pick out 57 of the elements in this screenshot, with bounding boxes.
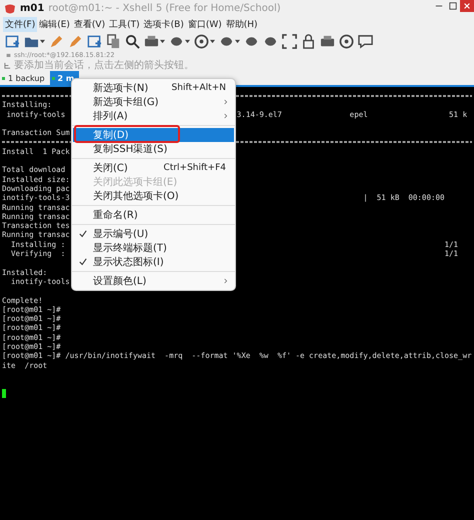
menu-item[interactable]: 新选项卡组(G) xyxy=(73,95,234,109)
caret-icon[interactable] xyxy=(185,38,190,44)
menu-item[interactable]: 关闭其他选项卡(O) xyxy=(73,189,234,203)
search-icon[interactable] xyxy=(125,34,140,48)
menu-item[interactable]: 关闭(C) Ctrl+Shift+F4 xyxy=(73,161,234,175)
hint-text: 要添加当前会话，点击左侧的箭头按钮。 xyxy=(14,58,194,72)
session-tab[interactable]: 1 backup xyxy=(0,71,50,85)
menu-item[interactable]: 显示编号(U) xyxy=(73,227,234,241)
menu-item-label: 新选项卡组(G) xyxy=(93,96,160,109)
window-title: root@m01:~ - Xshell 5 (Free for Home/School) xyxy=(48,3,281,14)
fullscreen-icon[interactable] xyxy=(282,34,297,48)
menu-item-label: 显示终端标题(T) xyxy=(93,242,168,255)
menu-bar-item[interactable]: 窗口(W) xyxy=(186,17,224,32)
shortcut-text: Shift+Alt+N xyxy=(172,83,226,93)
menu-bar-item[interactable]: 编辑(E) xyxy=(37,17,72,32)
chat-icon[interactable] xyxy=(358,34,373,48)
menu-bar-item[interactable]: 选项卡(B) xyxy=(142,17,186,32)
session-name: m01 xyxy=(20,3,44,14)
menu-bar-item[interactable]: 文件(F) xyxy=(3,17,38,32)
copy-icon[interactable] xyxy=(106,34,121,48)
caret-icon[interactable] xyxy=(210,38,215,44)
app-logo-icon xyxy=(4,2,16,14)
menu-item[interactable]: 排列(A) xyxy=(73,109,234,123)
new-session-icon[interactable] xyxy=(5,34,20,48)
chevron-right-icon xyxy=(224,278,228,284)
printer-icon[interactable] xyxy=(144,34,159,48)
caret-icon[interactable] xyxy=(235,38,240,44)
shortcut-text: Ctrl+Shift+F4 xyxy=(164,163,226,173)
close-icon xyxy=(463,2,471,10)
caret-icon[interactable] xyxy=(40,38,45,44)
menu-item-label: 显示编号(U) xyxy=(93,228,150,241)
menu-bar-item[interactable]: 帮助(H) xyxy=(224,17,260,32)
menu-item[interactable]: 复制(D) xyxy=(73,128,234,142)
menu-item[interactable]: 显示终端标题(T) xyxy=(73,241,234,255)
menu-item[interactable]: 设置颜色(L) xyxy=(73,274,234,288)
menu-item-label: 显示状态图标(I) xyxy=(93,256,165,269)
menu-bar-item[interactable]: 查看(V) xyxy=(72,17,108,32)
window-gear-icon[interactable] xyxy=(87,34,102,48)
menu-item-label: 新选项卡(N) xyxy=(93,82,150,95)
menu-item[interactable]: 复制SSH渠道(S) xyxy=(73,142,234,156)
menu-item-label: 关闭此选项卡组(E) xyxy=(93,176,178,189)
chevron-right-icon xyxy=(224,99,228,105)
menu-item-label: 重命名(R) xyxy=(93,208,139,222)
menu-item-label: 关闭(C) xyxy=(93,162,129,175)
menu-item-label: 复制SSH渠道(S) xyxy=(93,142,168,156)
caret-icon[interactable] xyxy=(160,38,165,44)
menu-item[interactable]: 重命名(R) xyxy=(73,208,234,222)
terminal-cursor xyxy=(2,388,6,398)
close-button[interactable] xyxy=(460,0,474,12)
menu-bar-item[interactable]: 工具(T) xyxy=(107,17,142,32)
menu-item-label: 排列(A) xyxy=(93,110,129,123)
menu-item-label: 复制(D) xyxy=(93,128,130,142)
menu-item-label: 关闭其他选项卡(O) xyxy=(93,190,180,203)
menu-item-label: 设置颜色(L) xyxy=(93,274,148,288)
chevron-right-icon xyxy=(224,113,228,119)
menu-item[interactable]: 显示状态图标(I) xyxy=(73,255,234,269)
maximize-icon xyxy=(449,2,457,10)
